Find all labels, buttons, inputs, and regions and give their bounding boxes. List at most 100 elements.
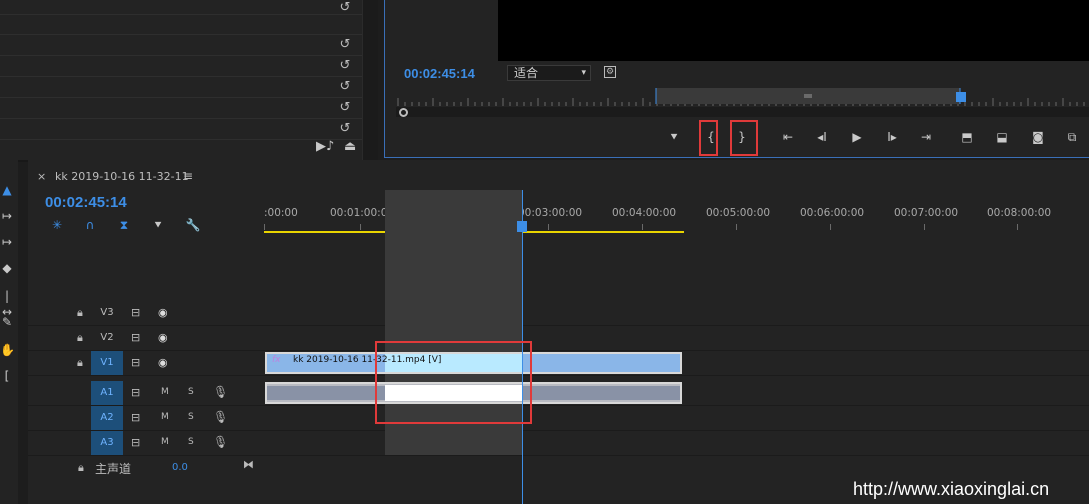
- program-video-frame: [498, 0, 1089, 61]
- reset-icon[interactable]: ↺: [338, 59, 352, 73]
- track-name[interactable]: A3: [91, 431, 123, 455]
- reset-icon[interactable]: ↺: [338, 38, 352, 52]
- highlight-mark-out: [730, 120, 758, 156]
- go-to-in-button[interactable]: ⇤: [778, 128, 798, 146]
- sequence-name: kk 2019-10-16 11-32-11: [55, 170, 189, 183]
- add-marker-icon[interactable]: ⯆: [149, 216, 167, 234]
- reset-icon[interactable]: ↺: [338, 80, 352, 94]
- hand-tool-icon[interactable]: ✋: [0, 342, 15, 358]
- sync-lock-icon[interactable]: ⊟: [131, 411, 140, 424]
- effect-row: ↺: [0, 119, 362, 140]
- ruler-label: 00:04:00:00: [612, 207, 677, 219]
- track-header-a1: A1 ⊟ M S 🎙︎: [28, 381, 264, 406]
- mute-button[interactable]: M: [161, 387, 169, 397]
- pen-tool-icon[interactable]: ✎: [0, 314, 14, 330]
- razor-tool-icon[interactable]: ◆: [0, 260, 14, 276]
- panel-menu-icon[interactable]: ≡: [183, 169, 193, 183]
- fit-select[interactable]: 适合 ▾: [507, 65, 591, 81]
- playhead[interactable]: [517, 221, 527, 232]
- wrench-icon[interactable]: 🔧: [184, 216, 202, 234]
- timeline-toolbar: ✳ ∩ ⧗ ⯆ 🔧: [44, 216, 204, 234]
- type-tool-icon[interactable]: [: [0, 368, 14, 384]
- eye-icon[interactable]: ◉: [158, 331, 168, 344]
- step-back-button[interactable]: ◂Ι: [812, 128, 832, 146]
- solo-button[interactable]: S: [188, 437, 194, 447]
- export-icon[interactable]: ⏏: [344, 139, 356, 154]
- ruler-tick: [736, 224, 737, 230]
- go-to-end-icon[interactable]: ⧓: [243, 458, 254, 471]
- track-name[interactable]: V1: [91, 351, 123, 375]
- effect-row: ↺: [0, 98, 362, 119]
- lock-icon[interactable]: 🔒︎: [78, 461, 84, 475]
- track-header-v1: 🔒︎ V1 ⊟ ◉: [28, 351, 264, 376]
- extract-button[interactable]: ⬓: [992, 128, 1012, 146]
- close-icon[interactable]: ×: [37, 170, 46, 183]
- track-header-v2: 🔒︎ V2 ⊟ ◉: [28, 326, 264, 351]
- timeline-tab[interactable]: × kk 2019-10-16 11-32-11 ≡: [28, 166, 328, 186]
- tools-panel: ▲ ↦ ↦ ◆ |↔ ✎ ✋ [: [0, 160, 18, 504]
- microphone-icon[interactable]: 🎙︎: [213, 435, 228, 449]
- export-frame-button[interactable]: ◙: [1028, 128, 1048, 146]
- track-header-v3: 🔒︎ V3 ⊟ ◉: [28, 301, 264, 326]
- solo-button[interactable]: S: [188, 412, 194, 422]
- microphone-icon[interactable]: 🎙︎: [213, 385, 228, 399]
- comparison-view-button[interactable]: ⧉: [1062, 128, 1082, 146]
- lock-icon[interactable]: 🔒︎: [77, 306, 83, 320]
- track-name[interactable]: V2: [91, 326, 123, 350]
- sync-lock-icon[interactable]: ⊟: [131, 331, 140, 344]
- track-name[interactable]: A1: [91, 381, 123, 405]
- ruler-label: 00:03:00:00: [518, 207, 583, 219]
- master-track-label: 主声道: [95, 462, 132, 476]
- mute-button[interactable]: M: [161, 437, 169, 447]
- ruler-label: 00:05:00:00: [706, 207, 771, 219]
- eye-icon[interactable]: ◉: [158, 306, 168, 319]
- snap-icon[interactable]: ∩: [81, 216, 99, 234]
- slip-tool-icon[interactable]: |↔: [0, 288, 14, 319]
- program-timecode[interactable]: 00:02:45:14: [404, 66, 475, 81]
- effect-panel-scrollbar[interactable]: [362, 0, 378, 160]
- microphone-icon[interactable]: 🎙︎: [213, 410, 228, 424]
- sync-lock-icon[interactable]: ⊟: [131, 436, 140, 449]
- highlight-selection: [375, 341, 532, 424]
- ruler-label: 00:06:00:00: [800, 207, 865, 219]
- sync-lock-icon[interactable]: ⊟: [131, 306, 140, 319]
- linked-selection-icon[interactable]: ⧗: [115, 216, 133, 234]
- watermark: http://www.xiaoxinglai.cn: [853, 479, 1050, 499]
- sync-lock-icon[interactable]: ⊟: [131, 356, 140, 369]
- ruler-tick: [360, 224, 361, 230]
- fx-badge: fx: [272, 355, 281, 365]
- ruler-tick: [548, 224, 549, 230]
- play-button[interactable]: ▶: [847, 128, 867, 146]
- nest-icon[interactable]: ✳: [48, 216, 66, 234]
- settings-icon[interactable]: ⚙: [604, 66, 616, 78]
- loop-audio-icon[interactable]: ▶♪: [316, 139, 334, 154]
- fit-select-value: 适合: [514, 66, 539, 80]
- ruler-tick: [924, 224, 925, 230]
- ripple-edit-tool-icon[interactable]: ↦: [0, 234, 14, 250]
- step-forward-button[interactable]: Ι▸: [882, 128, 902, 146]
- go-to-out-button[interactable]: ⇥: [916, 128, 936, 146]
- lock-icon[interactable]: 🔒︎: [77, 331, 83, 345]
- program-playhead[interactable]: [956, 92, 966, 102]
- selection-tool-icon[interactable]: ▲: [0, 182, 14, 198]
- track-name[interactable]: A2: [91, 406, 123, 430]
- lock-icon[interactable]: 🔒︎: [77, 356, 83, 370]
- track-select-tool-icon[interactable]: ↦: [0, 208, 14, 224]
- solo-button[interactable]: S: [188, 387, 194, 397]
- program-zoom-scrollbar[interactable]: [396, 107, 1089, 117]
- lift-button[interactable]: ⬒: [957, 128, 977, 146]
- master-volume-value[interactable]: 0.0: [172, 462, 188, 473]
- timeline-timecode[interactable]: 00:02:45:14: [45, 194, 127, 211]
- reset-icon[interactable]: ↺: [338, 1, 352, 15]
- add-marker-button[interactable]: ⯆: [664, 128, 684, 146]
- effect-row: ↺: [0, 0, 362, 15]
- ruler-tick: [642, 224, 643, 230]
- mute-button[interactable]: M: [161, 412, 169, 422]
- eye-icon[interactable]: ◉: [158, 356, 168, 369]
- reset-icon[interactable]: ↺: [338, 122, 352, 136]
- sync-lock-icon[interactable]: ⊟: [131, 386, 140, 399]
- track-name[interactable]: V3: [91, 301, 123, 325]
- zoom-handle[interactable]: [399, 108, 408, 117]
- ruler-label: :00:00: [264, 207, 298, 219]
- reset-icon[interactable]: ↺: [338, 101, 352, 115]
